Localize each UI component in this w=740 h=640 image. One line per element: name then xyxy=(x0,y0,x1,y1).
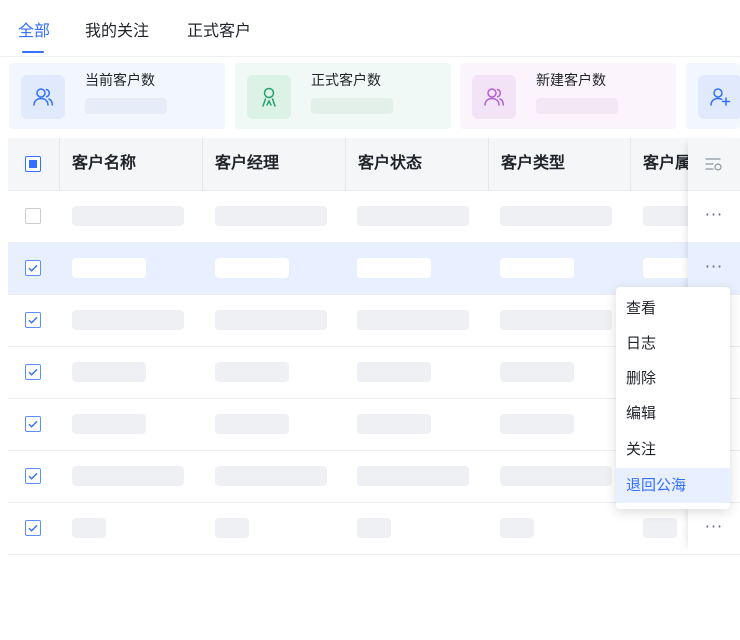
menu-item-delete[interactable]: 删除 xyxy=(616,361,730,396)
stat-label: 新建客户数 xyxy=(536,73,606,89)
column-header-type[interactable]: 客户类型 xyxy=(501,153,565,173)
user-badge-icon xyxy=(247,75,291,119)
row-checkbox[interactable] xyxy=(25,468,41,484)
row-checkbox[interactable] xyxy=(25,260,41,276)
stat-card-new: 新建客户数 xyxy=(460,63,676,129)
select-all-checkbox[interactable] xyxy=(25,156,41,172)
row-actions-cell: ··· xyxy=(688,503,740,555)
table-row[interactable] xyxy=(8,503,740,555)
stat-card-more xyxy=(686,63,740,129)
menu-item-follow[interactable]: 关注 xyxy=(616,432,730,467)
table-row[interactable] xyxy=(8,191,740,243)
row-checkbox[interactable] xyxy=(25,520,41,536)
more-icon[interactable]: ··· xyxy=(688,205,740,224)
column-header-name[interactable]: 客户名称 xyxy=(72,153,136,173)
user-add-icon xyxy=(698,75,740,119)
row-checkbox[interactable] xyxy=(25,208,41,224)
active-tab-indicator xyxy=(22,51,44,53)
menu-item-return-to-pool[interactable]: 退回公海 xyxy=(616,468,730,503)
menu-item-edit[interactable]: 编辑 xyxy=(616,396,730,431)
more-icon[interactable]: ··· xyxy=(688,257,740,276)
tab-all[interactable]: 全部 xyxy=(18,20,50,42)
column-header-status[interactable]: 客户状态 xyxy=(358,153,422,173)
stat-card-current: 当前客户数 xyxy=(9,63,225,129)
tab-my-follow[interactable]: 我的关注 xyxy=(85,20,149,42)
row-checkbox[interactable] xyxy=(25,312,41,328)
row-checkbox[interactable] xyxy=(25,416,41,432)
row-actions-cell: ··· xyxy=(688,191,740,243)
tab-formal-customers[interactable]: 正式客户 xyxy=(187,20,251,42)
users-icon xyxy=(472,75,516,119)
stat-label: 当前客户数 xyxy=(85,73,155,89)
row-action-menu: 查看 日志 删除 编辑 关注 退回公海 xyxy=(616,287,730,509)
row-checkbox[interactable] xyxy=(25,364,41,380)
more-icon[interactable]: ··· xyxy=(688,517,740,536)
stat-card-formal: 正式客户数 xyxy=(235,63,451,129)
menu-item-view[interactable]: 查看 xyxy=(616,291,730,326)
menu-item-log[interactable]: 日志 xyxy=(616,326,730,361)
column-header-attribute[interactable]: 客户属 xyxy=(643,153,691,173)
table-header: 客户名称 客户经理 客户状态 客户类型 客户属 xyxy=(8,138,740,191)
column-header-manager[interactable]: 客户经理 xyxy=(215,153,279,173)
stat-value-placeholder xyxy=(85,98,167,114)
users-icon xyxy=(21,75,65,119)
column-settings-icon[interactable] xyxy=(688,138,740,191)
view-tabs: 全部 我的关注 正式客户 xyxy=(0,0,740,57)
stat-value-placeholder xyxy=(536,98,618,114)
stat-value-placeholder xyxy=(311,98,393,114)
stat-label: 正式客户数 xyxy=(311,73,381,89)
